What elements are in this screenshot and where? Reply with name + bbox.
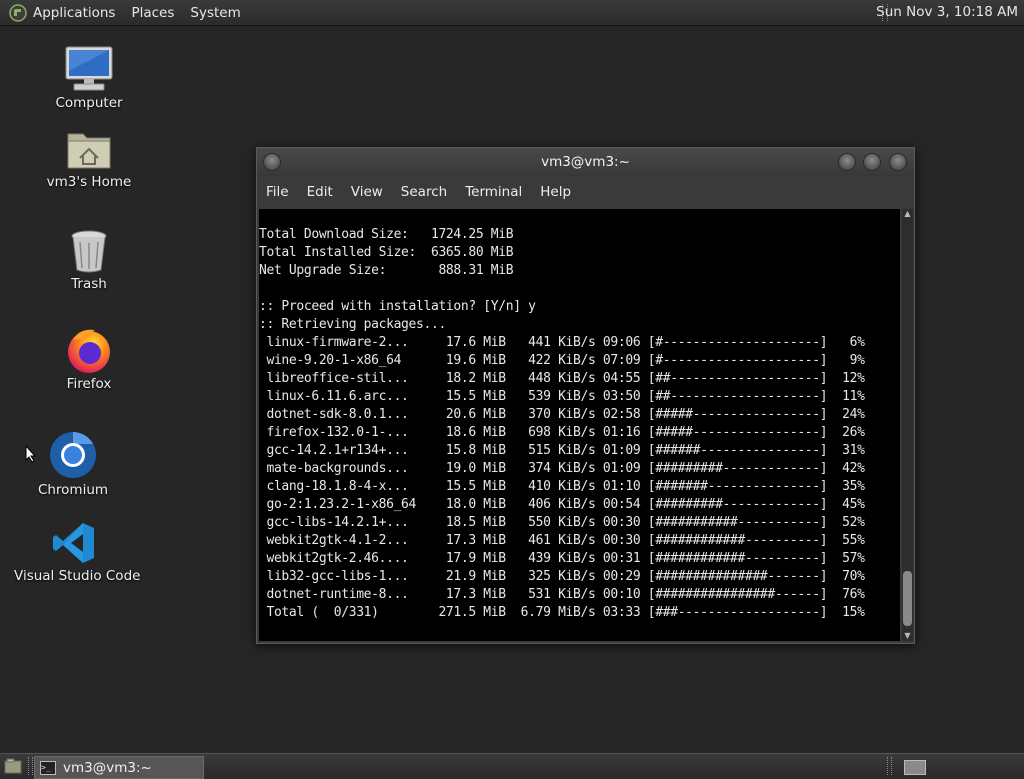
desktop-icon-label: Chromium: [37, 482, 109, 498]
terminal-line: firefox-132.0-1-... 18.6 MiB 698 KiB/s 0…: [259, 425, 865, 440]
terminal-line: lib32-gcc-libs-1... 21.9 MiB 325 KiB/s 0…: [259, 569, 865, 584]
taskbar-window-label: vm3@vm3:~: [63, 759, 152, 776]
taskbar-window-button[interactable]: >_ vm3@vm3:~: [34, 756, 204, 779]
terminal-line: dotnet-runtime-8... 17.3 MiB 531 KiB/s 0…: [259, 587, 865, 602]
workspace-switcher[interactable]: [904, 760, 926, 775]
menu-file[interactable]: File: [257, 184, 298, 200]
desktop-icon-label: Visual Studio Code: [14, 568, 141, 584]
show-desktop-icon[interactable]: [4, 758, 22, 774]
terminal-line: :: Retrieving packages...: [259, 317, 446, 332]
bottom-panel: >_ vm3@vm3:~: [0, 753, 1024, 779]
mate-logo-icon[interactable]: [9, 3, 27, 22]
terminal-line: gcc-14.2.1+r134+... 15.8 MiB 515 KiB/s 0…: [259, 443, 865, 458]
home-folder-icon: [67, 133, 111, 169]
computer-icon: [65, 46, 113, 91]
menu-terminal[interactable]: Terminal: [456, 184, 531, 200]
terminal-menubar: File Edit View Search Terminal Help: [257, 176, 914, 207]
terminal-scrollbar[interactable]: ▲ ▼: [902, 209, 913, 641]
terminal-window[interactable]: vm3@vm3:~ File Edit View Search Terminal…: [256, 147, 915, 644]
system-menu[interactable]: System: [182, 5, 248, 21]
terminal-line: wine-9.20-1-x86_64 19.6 MiB 422 KiB/s 07…: [259, 353, 865, 368]
terminal-line: dotnet-sdk-8.0.1... 20.6 MiB 370 KiB/s 0…: [259, 407, 865, 422]
desktop-icon-vscode[interactable]: Visual Studio Code: [14, 520, 141, 584]
close-button[interactable]: [889, 153, 907, 171]
menu-help[interactable]: Help: [531, 184, 580, 200]
chromium-icon: [50, 432, 96, 478]
terminal-line: linux-6.11.6.arc... 15.5 MiB 539 KiB/s 0…: [259, 389, 865, 404]
mouse-cursor-icon: [25, 445, 37, 463]
terminal-icon: >_: [40, 760, 56, 775]
terminal-line: Net Upgrade Size: 888.31 MiB: [259, 263, 514, 278]
desktop-icon-label: Computer: [55, 95, 123, 111]
terminal-line: clang-18.1.8-4-x... 15.5 MiB 410 KiB/s 0…: [259, 479, 865, 494]
scroll-down-icon[interactable]: ▼: [902, 631, 913, 641]
terminal-line: gcc-libs-14.2.1+... 18.5 MiB 550 KiB/s 0…: [259, 515, 865, 530]
desktop-icon-firefox[interactable]: Firefox: [44, 326, 134, 392]
scroll-up-icon[interactable]: ▲: [902, 209, 913, 219]
terminal-line: webkit2gtk-2.46.... 17.9 MiB 439 KiB/s 0…: [259, 551, 865, 566]
workspace-separator[interactable]: [887, 757, 892, 775]
desktop-icon-label: Firefox: [66, 376, 112, 392]
taskbar-separator[interactable]: [28, 757, 33, 775]
maximize-button[interactable]: [863, 153, 881, 171]
applications-menu[interactable]: Applications: [31, 5, 123, 21]
menu-search[interactable]: Search: [392, 184, 456, 200]
desktop-icon-chromium[interactable]: Chromium: [28, 430, 118, 498]
terminal-line: :: Proceed with installation? [Y/n] y: [259, 299, 536, 314]
desktop-icon-home[interactable]: vm3's Home: [44, 128, 134, 190]
terminal-line: webkit2gtk-4.1-2... 17.3 MiB 461 KiB/s 0…: [259, 533, 865, 548]
terminal-output[interactable]: Total Download Size: 1724.25 MiB Total In…: [259, 209, 900, 641]
desktop-icon-trash[interactable]: Trash: [44, 228, 134, 292]
terminal-line: go-2:1.23.2-1-x86_64 18.0 MiB 406 KiB/s …: [259, 497, 865, 512]
terminal-line: linux-firmware-2... 17.6 MiB 441 KiB/s 0…: [259, 335, 865, 350]
terminal-line: Total Installed Size: 6365.80 MiB: [259, 245, 514, 260]
terminal-line: Total Download Size: 1724.25 MiB: [259, 227, 514, 242]
terminal-line: Total ( 0/331) 271.5 MiB 6.79 MiB/s 03:3…: [259, 605, 865, 620]
window-titlebar[interactable]: vm3@vm3:~: [257, 148, 914, 176]
terminal-line: libreoffice-stil... 18.2 MiB 448 KiB/s 0…: [259, 371, 865, 386]
clock[interactable]: Sun Nov 3, 10:18 AM: [876, 0, 1018, 25]
firefox-icon: [68, 329, 110, 373]
trash-icon: [71, 230, 107, 273]
minimize-button[interactable]: [838, 153, 856, 171]
desktop-icon-computer[interactable]: Computer: [44, 45, 134, 111]
desktop-icon-label: Trash: [71, 276, 107, 292]
desktop-icon-label: vm3's Home: [46, 174, 132, 190]
menu-edit[interactable]: Edit: [298, 184, 342, 200]
vscode-icon: [53, 523, 94, 563]
scrollbar-thumb[interactable]: [903, 571, 912, 626]
window-title: vm3@vm3:~: [541, 154, 630, 170]
terminal-line: mate-backgrounds... 19.0 MiB 374 KiB/s 0…: [259, 461, 865, 476]
top-panel: Applications Places System Sun Nov 3, 10…: [0, 0, 1024, 26]
places-menu[interactable]: Places: [123, 5, 182, 21]
menu-view[interactable]: View: [342, 184, 392, 200]
